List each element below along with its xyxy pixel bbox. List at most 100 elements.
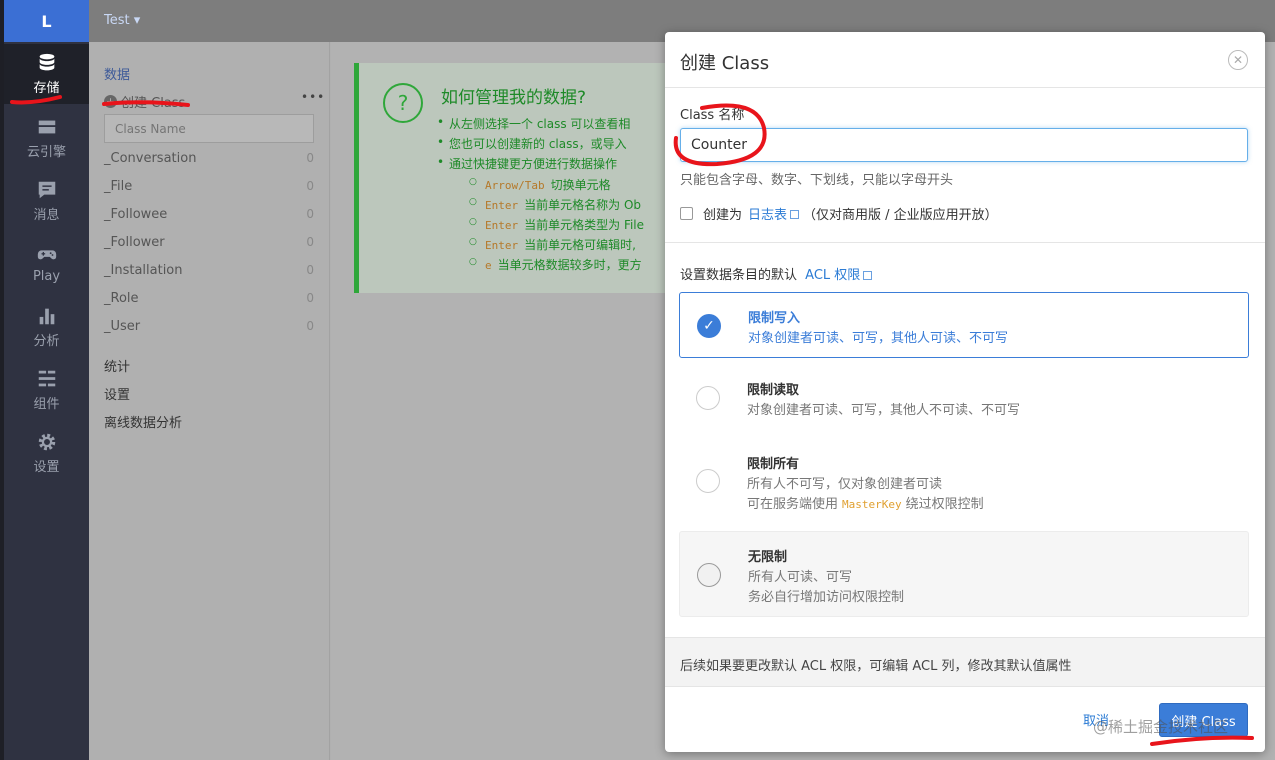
- shortcut-key: Enter: [485, 239, 519, 252]
- class-count: 0: [306, 291, 314, 305]
- nav-label-message: 消息: [33, 208, 60, 223]
- create-class-modal: 创建 Class ✕ Class 名称 只能包含字母、数字、下划线，只能以字母开…: [665, 32, 1265, 752]
- create-class-link[interactable]: + 创建 Class: [104, 92, 185, 111]
- shortcut-text: 当前单元格名称为 Ob: [524, 198, 642, 212]
- nav-label-settings: 设置: [33, 460, 60, 475]
- shortcut-text: 切换单元格: [550, 178, 611, 192]
- option-title: 限制所有: [747, 457, 800, 472]
- option-desc: 所有人不可写，仅对象创建者可读: [747, 477, 943, 492]
- shortcut-key: Arrow/Tab: [485, 179, 545, 192]
- log-table-option: 创建为 日志表 （仅对商用版 / 企业版应用开放）: [680, 204, 998, 223]
- class-count: 0: [306, 235, 314, 249]
- shortcut-key: Enter: [485, 199, 519, 212]
- class-list-item[interactable]: _Installation 0: [104, 256, 314, 284]
- sidebar-link-settings[interactable]: 设置: [104, 384, 130, 403]
- acl-heading-prefix: 设置数据条目的默认: [680, 268, 798, 283]
- modal-header: 创建 Class ✕: [665, 32, 1265, 88]
- help-item: 从左侧选择一个 class 可以查看相: [437, 115, 630, 132]
- class-count: 0: [306, 207, 314, 221]
- class-name: _Role: [104, 290, 139, 306]
- option-desc-2: 可在服务端使用 MasterKey 绕过权限控制: [747, 493, 984, 512]
- acl-option-unrestricted[interactable]: 无限制 所有人可读、可写 务必自行增加访问权限控制: [679, 531, 1249, 617]
- class-list-item[interactable]: _Conversation 0: [104, 144, 314, 172]
- class-list-item[interactable]: _File 0: [104, 172, 314, 200]
- class-search-input[interactable]: [104, 114, 314, 143]
- shortcut-item: e 当单元格数据较多时，更方: [469, 256, 642, 273]
- sidebar-link-stats[interactable]: 统计: [104, 356, 130, 375]
- acl-option-restrict-all[interactable]: 限制所有 所有人不可写，仅对象创建者可读 可在服务端使用 MasterKey 绕过权…: [679, 439, 1249, 523]
- log-table-suffix: （仅对商用版 / 企业版应用开放）: [803, 208, 998, 223]
- nav-item-analytics[interactable]: 分析: [4, 297, 89, 357]
- class-count: 0: [306, 179, 314, 193]
- plus-circle-icon: +: [104, 95, 117, 108]
- log-table-link[interactable]: 日志表: [748, 204, 787, 223]
- option-desc: 对象创建者可读、可写，其他人不可读、不可写: [747, 403, 1021, 418]
- help-title: 如何管理我的数据?: [441, 88, 587, 108]
- class-list-item[interactable]: _Follower 0: [104, 228, 314, 256]
- close-icon[interactable]: ✕: [1228, 50, 1248, 70]
- watermark: @稀土掘金技术社区: [1093, 718, 1229, 736]
- nav-label-play: Play: [32, 269, 61, 284]
- shortcut-item: Arrow/Tab 切换单元格: [469, 176, 611, 193]
- class-count: 0: [306, 263, 314, 277]
- more-options-icon[interactable]: •••: [301, 90, 325, 104]
- nav-item-message[interactable]: 消息: [4, 171, 89, 231]
- nav-item-play[interactable]: Play: [4, 234, 89, 294]
- sidebar-link-offline-analysis[interactable]: 离线数据分析: [104, 412, 182, 431]
- components-icon: [38, 370, 55, 387]
- sidebar-section-title[interactable]: 数据: [104, 64, 130, 83]
- shortcut-key: Enter: [485, 219, 519, 232]
- acl-note: 后续如果要更改默认 ACL 权限，可编辑 ACL 列，修改其默认值属性: [665, 637, 1265, 687]
- create-class-label: 创建 Class: [121, 96, 186, 111]
- option-title: 无限制: [748, 550, 788, 565]
- acl-heading: 设置数据条目的默认 ACL 权限: [680, 264, 876, 283]
- radio-button[interactable]: [697, 563, 721, 587]
- masterkey-code: MasterKey: [842, 498, 902, 511]
- shortcut-text: 当前单元格可编辑时,: [524, 238, 636, 252]
- nav-item-settings[interactable]: 设置: [4, 423, 89, 483]
- question-icon: ?: [383, 83, 423, 123]
- class-list-item[interactable]: _Followee 0: [104, 200, 314, 228]
- help-item: 通过快捷键更方便进行数据操作: [437, 155, 617, 172]
- class-list-item[interactable]: _Role 0: [104, 284, 314, 312]
- nav-item-storage[interactable]: 存储: [4, 44, 89, 104]
- radio-button[interactable]: [696, 469, 720, 493]
- log-table-checkbox[interactable]: [680, 207, 693, 220]
- option-desc: 所有人可读、可写: [748, 570, 853, 585]
- nav-label-components: 组件: [33, 397, 60, 412]
- shortcut-item: Enter 当前单元格可编辑时,: [469, 236, 636, 253]
- class-count: 0: [306, 151, 314, 165]
- modal-title: 创建 Class: [680, 53, 770, 74]
- class-name-help: 只能包含字母、数字、下划线，只能以字母开头: [680, 173, 954, 188]
- nav-item-cloud-engine[interactable]: 云引擎: [4, 108, 89, 168]
- class-list-item[interactable]: _User 0: [104, 312, 314, 340]
- gear-icon: [38, 433, 55, 451]
- radio-button[interactable]: [696, 386, 720, 410]
- nav-label-analytics: 分析: [33, 334, 60, 349]
- option-desc-2: 务必自行增加访问权限控制: [748, 590, 905, 605]
- acl-option-restrict-write[interactable]: ✓ 限制写入 对象创建者可读、可写，其他人可读、不可写: [679, 292, 1249, 358]
- bar-chart-icon: [39, 308, 54, 325]
- left-nav: L 存储 云引擎 消息 Play 分析 组件 设置: [0, 0, 89, 760]
- class-name: _Installation: [104, 262, 183, 278]
- acl-link[interactable]: ACL 权限: [805, 268, 860, 283]
- option-desc-2-suffix: 绕过权限控制: [905, 497, 984, 512]
- nav-item-components[interactable]: 组件: [4, 360, 89, 420]
- external-link-icon: [790, 210, 800, 219]
- check-icon[interactable]: ✓: [697, 314, 721, 338]
- app-switcher[interactable]: Test ▾: [104, 13, 140, 28]
- help-item: 您也可以创建新的 class，或导入: [437, 135, 627, 152]
- acl-option-restrict-read[interactable]: 限制读取 对象创建者可读、可写，其他人不可读、不可写: [679, 365, 1249, 431]
- divider: [665, 242, 1265, 243]
- class-name: _Conversation: [104, 150, 197, 166]
- acl-note-text: 后续如果要更改默认 ACL 权限，可编辑 ACL 列，修改其默认值属性: [680, 659, 1072, 674]
- app-logo[interactable]: L: [4, 0, 89, 42]
- shortcut-item: Enter 当前单元格类型为 File: [469, 216, 645, 233]
- gamepad-icon: [37, 250, 56, 260]
- shortcut-text: 当前单元格类型为 File: [524, 218, 645, 232]
- nav-label-storage: 存储: [33, 81, 60, 96]
- class-name: _Followee: [104, 206, 168, 222]
- class-name-input[interactable]: [680, 128, 1248, 162]
- data-sidebar: 数据 + 创建 Class ••• _Conversation0 _File0 …: [89, 42, 330, 760]
- message-icon: [38, 181, 55, 199]
